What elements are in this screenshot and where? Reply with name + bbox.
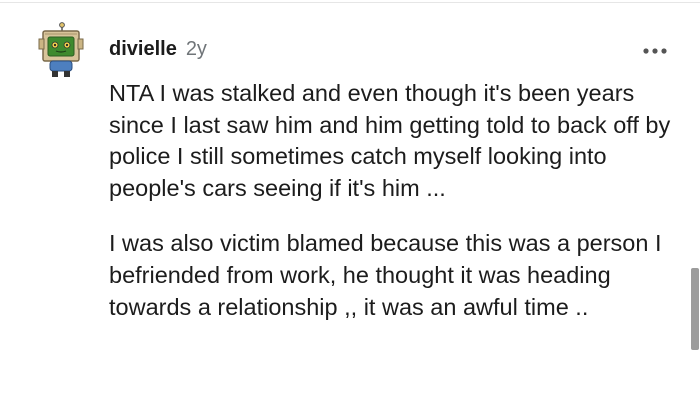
author-username[interactable]: divielle <box>109 38 177 61</box>
user-avatar[interactable] <box>36 22 84 78</box>
comment: divielle 2y NTA I was stalked and even t… <box>0 0 700 406</box>
scrollbar-thumb[interactable] <box>691 268 699 350</box>
comment-paragraph: NTA I was stalked and even though it's b… <box>109 80 671 201</box>
comment-age: 2y <box>185 38 207 60</box>
snoo-box-avatar-icon <box>38 22 84 77</box>
comment-body: NTA I was stalked and even though it's b… <box>109 78 679 323</box>
comment-header: divielle 2y <box>109 38 207 66</box>
comment-paragraph: I was also victim blamed because this wa… <box>109 230 662 320</box>
more-options-icon <box>643 48 667 54</box>
more-options-button[interactable] <box>640 40 670 62</box>
